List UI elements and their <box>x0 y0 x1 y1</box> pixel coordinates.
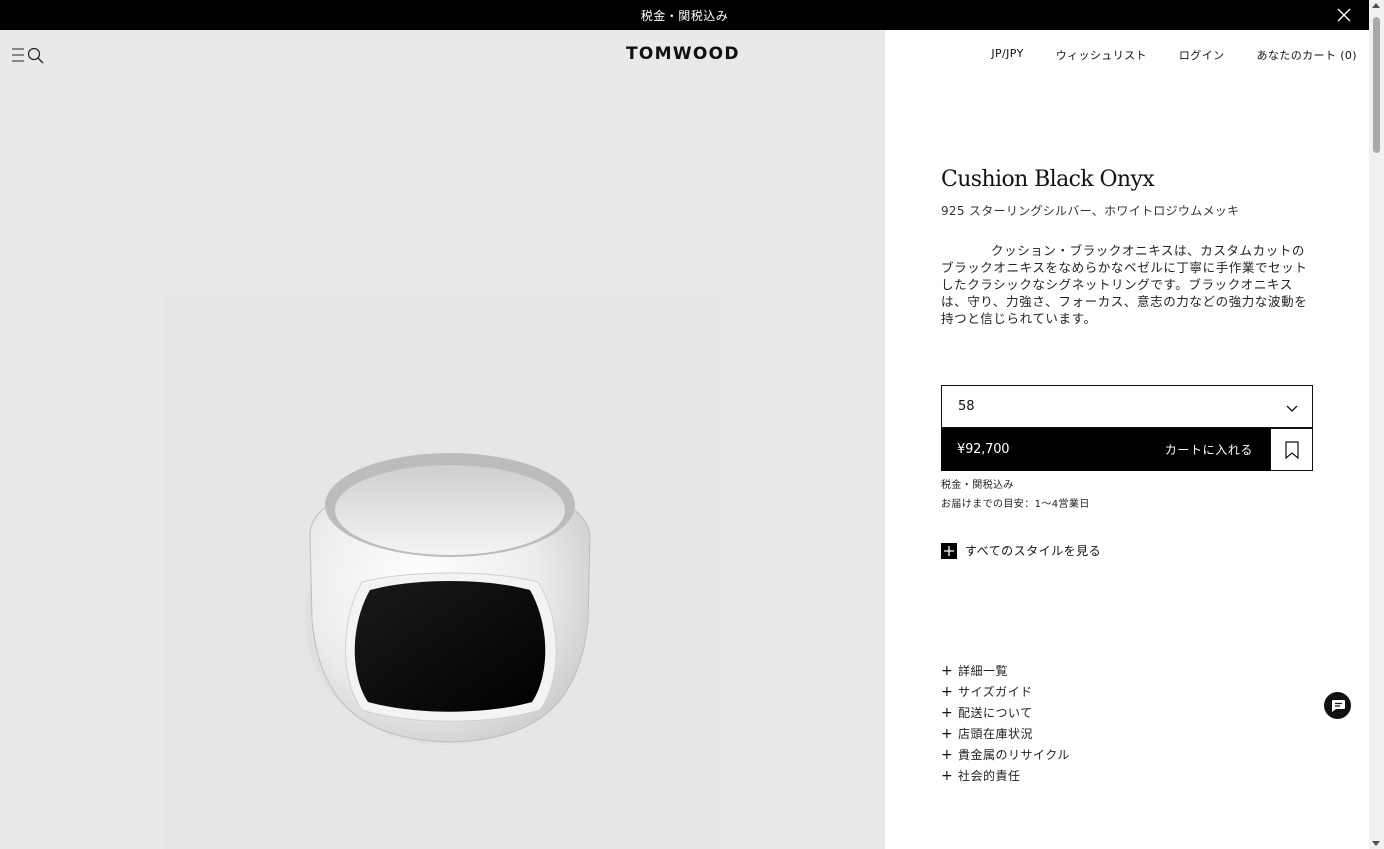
accordion-label: 詳細一覧 <box>958 664 1009 678</box>
tax-note: 税金・関税込み <box>941 480 1014 491</box>
plus-icon: + <box>941 704 954 721</box>
add-to-wishlist-button[interactable] <box>1270 428 1313 471</box>
add-to-cart-button[interactable]: ¥92,700 カートに入れる <box>941 428 1270 471</box>
accordion-label: 店頭在庫状況 <box>958 727 1034 741</box>
chevron-down-icon <box>1286 405 1298 412</box>
menu-icon[interactable] <box>11 46 45 64</box>
plus-icon: + <box>941 767 954 784</box>
bookmark-icon <box>1284 440 1299 459</box>
accordion-size-guide[interactable]: + サイズガイド <box>941 681 1070 702</box>
accordion-label: 貴金属のリサイクル <box>958 748 1070 762</box>
add-to-cart-label: カートに入れる <box>1164 443 1253 457</box>
close-icon[interactable] <box>1336 7 1352 23</box>
scroll-up-arrow[interactable] <box>1372 3 1380 8</box>
announcement-bar: 税金・関税込み <box>0 0 1369 30</box>
product-info: Cushion Black Onyx 925 スターリングシルバー、ホワイトロジ… <box>941 167 1313 327</box>
scrollbar-thumb[interactable] <box>1373 17 1380 153</box>
plus-icon: + <box>941 725 954 742</box>
scroll-down-arrow[interactable] <box>1372 841 1380 846</box>
see-all-styles-label: すべてのスタイルを見る <box>965 544 1102 558</box>
product-description-text: クッション・ブラックオニキスは、カスタムカットのブラックオニキスをなめらかなベゼ… <box>941 243 1308 326</box>
accordion-label: 配送について <box>958 706 1033 720</box>
product-title: Cushion Black Onyx <box>941 167 1155 192</box>
product-image-pane <box>0 30 885 849</box>
plus-icon: + <box>941 683 954 700</box>
see-all-styles-link[interactable]: すべてのスタイルを見る <box>941 542 1101 559</box>
product-price: ¥92,700 <box>957 442 1010 457</box>
size-selected-value: 58 <box>958 399 975 414</box>
product-image[interactable] <box>300 420 600 760</box>
site-header: TOMWOOD JP/JPY ウィッシュリスト ログイン あなたのカート (0) <box>0 30 1369 78</box>
announcement-text: 税金・関税込み <box>640 8 729 23</box>
accordion-recycling[interactable]: + 貴金属のリサイクル <box>941 744 1070 765</box>
accordion-label: 社会的責任 <box>958 769 1021 783</box>
product-accordion: + 詳細一覧 + サイズガイド + 配送について + 店頭在庫状況 + 貴金属の… <box>941 660 1070 786</box>
page-scrollbar[interactable] <box>1369 0 1384 849</box>
header-nav: JP/JPY ウィッシュリスト ログイン あなたのカート (0) <box>991 47 1357 63</box>
chat-icon <box>1331 699 1345 712</box>
plus-icon <box>941 542 957 559</box>
accordion-shipping[interactable]: + 配送について <box>941 702 1070 723</box>
login-link[interactable]: ログイン <box>1179 47 1225 63</box>
accordion-social-responsibility[interactable]: + 社会的責任 <box>941 765 1070 786</box>
accordion-label: サイズガイド <box>958 685 1033 699</box>
chat-button[interactable] <box>1324 692 1351 719</box>
plus-icon: + <box>941 662 954 679</box>
product-description: クッション・ブラックオニキスは、カスタムカットのブラックオニキスをなめらかなベゼ… <box>941 242 1311 327</box>
cart-row: ¥92,700 カートに入れる <box>941 428 1313 471</box>
accordion-store-availability[interactable]: + 店頭在庫状況 <box>941 723 1070 744</box>
delivery-estimate: お届けまでの目安：1～4営業日 <box>941 499 1090 510</box>
plus-icon: + <box>941 746 954 763</box>
wishlist-link[interactable]: ウィッシュリスト <box>1056 47 1147 63</box>
region-selector[interactable]: JP/JPY <box>991 47 1023 63</box>
size-select[interactable]: 58 <box>941 385 1313 428</box>
accordion-details[interactable]: + 詳細一覧 <box>941 660 1070 681</box>
cart-link[interactable]: あなたのカート (0) <box>1257 47 1357 63</box>
product-material: 925 スターリングシルバー、ホワイトロジウムメッキ <box>941 204 1240 218</box>
logo[interactable]: TOMWOOD <box>626 44 740 64</box>
